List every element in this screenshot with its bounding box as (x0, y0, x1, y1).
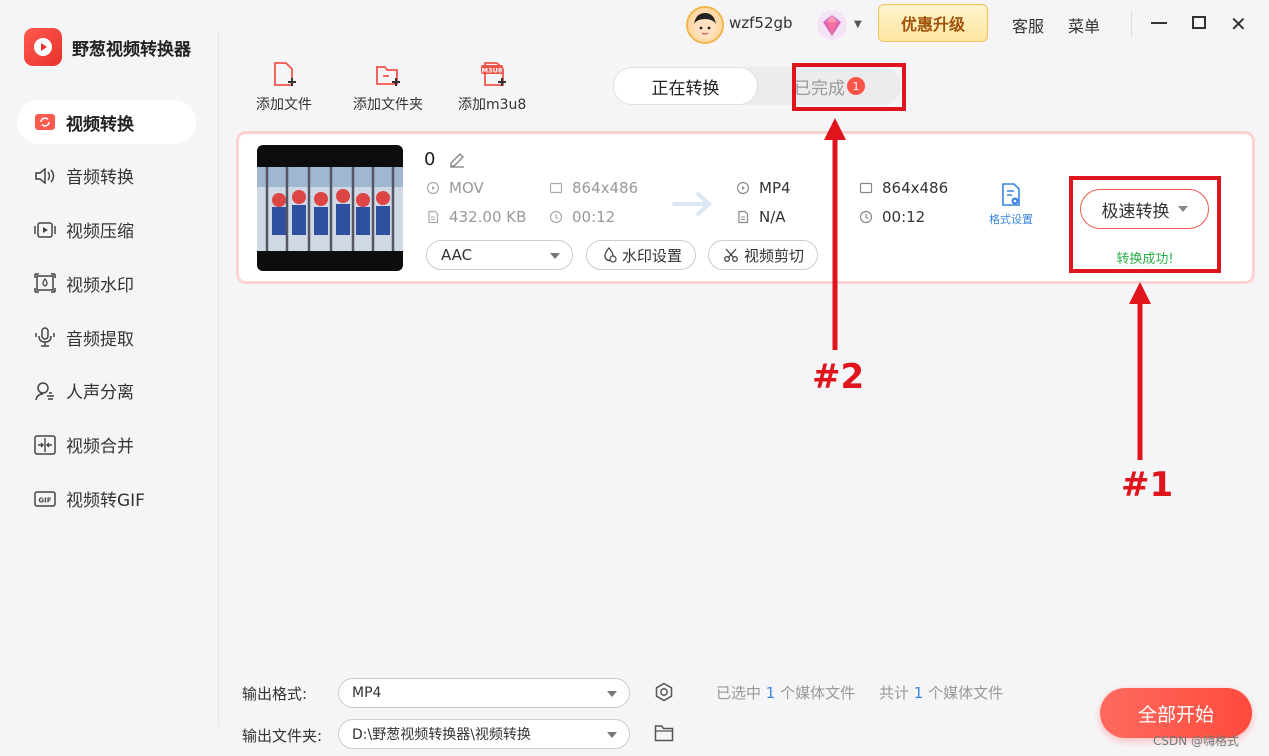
annotation-label-1: #1 (1121, 465, 1174, 505)
output-format-select[interactable]: MP4 (338, 678, 630, 708)
start-all-button[interactable]: 全部开始 (1100, 688, 1252, 738)
open-folder-icon[interactable] (654, 724, 674, 746)
output-format-label: 输出格式: (242, 685, 308, 703)
csdn-watermark: CSDN @嗨格式 (1153, 734, 1240, 748)
total-count-text: 共计 1 个媒体文件 (879, 682, 1003, 703)
output-folder-value: D:\野葱视频转换器\视频转换 (352, 727, 531, 743)
output-folder-select[interactable]: D:\野葱视频转换器\视频转换 (338, 719, 630, 749)
total-prefix: 共计 (879, 684, 910, 702)
total-count: 1 (913, 684, 924, 702)
output-format-value: MP4 (352, 685, 382, 701)
total-suffix: 个媒体文件 (928, 684, 1004, 702)
format-settings-gear-icon[interactable] (654, 682, 674, 706)
chevron-down-icon (607, 732, 617, 738)
selected-prefix: 已选中 (716, 684, 762, 702)
chevron-down-icon (607, 691, 617, 697)
annotation-label-2: #2 (812, 357, 865, 397)
output-folder-label: 输出文件夹: (242, 727, 323, 745)
selected-count-text: 已选中 1 个媒体文件 (716, 682, 855, 703)
selected-count: 1 (765, 684, 776, 702)
annotation-arrows (824, 118, 1151, 460)
selected-suffix: 个媒体文件 (780, 684, 856, 702)
